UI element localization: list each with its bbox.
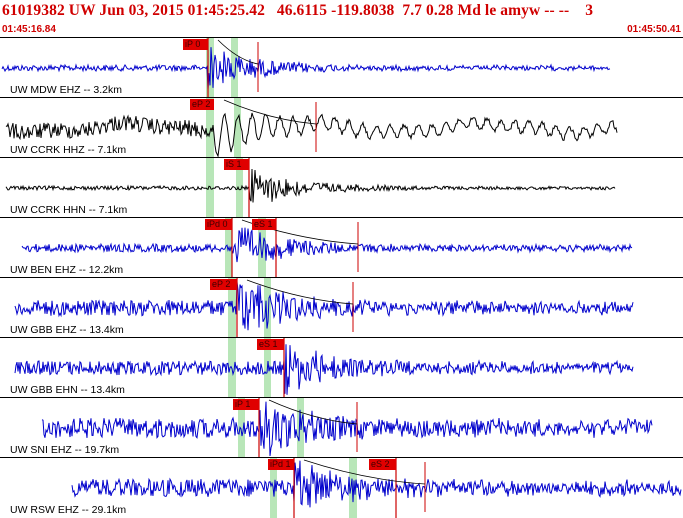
waveform-trace bbox=[5, 168, 616, 203]
trace-panel[interactable]: iP 0 UW MDW EHZ -- 3.2km bbox=[0, 37, 683, 98]
event-header: 61019382 UW Jun 03, 2015 01:45:25.42 46.… bbox=[0, 0, 683, 38]
waveform-trace bbox=[14, 281, 634, 331]
trace-panel[interactable]: eS 1 UW GBB EHN -- 13.4km bbox=[0, 337, 683, 398]
station-label: UW GBB EHN -- 13.4km bbox=[10, 384, 125, 396]
trace-panel[interactable]: iPd 1 eS 2 UW RSW EHZ -- 29.1km bbox=[0, 457, 683, 518]
trace-panel[interactable]: iPd 0 eS 1 UW BEN EHZ -- 12.2km bbox=[0, 217, 683, 278]
station-label: UW RSW EHZ -- 29.1km bbox=[10, 504, 127, 516]
phase-pick-flag[interactable]: iPd 0 bbox=[205, 219, 232, 230]
trace-panel[interactable]: eP 2 UW CCRK HHZ -- 7.1km bbox=[0, 97, 683, 158]
waveform-trace bbox=[41, 401, 653, 457]
event-title: 61019382 UW Jun 03, 2015 01:45:25.42 46.… bbox=[2, 2, 594, 19]
start-time-label: 01:45:16.84 bbox=[2, 24, 56, 35]
station-label: UW BEN EHZ -- 12.2km bbox=[10, 264, 124, 276]
station-label: UW CCRK HHN -- 7.1km bbox=[10, 204, 128, 216]
station-label: UW CCRK HHZ -- 7.1km bbox=[10, 144, 127, 156]
phase-pick-flag[interactable]: eS 1 bbox=[252, 219, 276, 230]
station-label: UW GBB EHZ -- 13.4km bbox=[10, 324, 124, 336]
phase-pick-flag[interactable]: eS 2 bbox=[369, 459, 396, 470]
phase-pick-flag[interactable]: iPd 1 bbox=[268, 459, 294, 470]
end-time-label: 01:45:50.41 bbox=[627, 24, 681, 35]
station-label: UW MDW EHZ -- 3.2km bbox=[10, 84, 122, 96]
trace-panel[interactable]: iP 1 UW SNI EHZ -- 19.7km bbox=[0, 397, 683, 458]
phase-pick-flag[interactable]: iP 0 bbox=[183, 39, 208, 50]
window-band bbox=[231, 38, 238, 98]
station-label: UW SNI EHZ -- 19.7km bbox=[10, 444, 120, 456]
trace-panel[interactable]: eP 2 UW GBB EHZ -- 13.4km bbox=[0, 277, 683, 338]
phase-pick-flag[interactable]: eP 2 bbox=[210, 279, 237, 290]
phase-pick-flag[interactable]: eS 1 bbox=[257, 339, 284, 350]
phase-pick-flag[interactable]: iS 1 bbox=[224, 159, 249, 170]
coda-envelope bbox=[246, 279, 354, 305]
phase-pick-flag[interactable]: iP 1 bbox=[233, 399, 259, 410]
waveform-trace bbox=[21, 227, 633, 263]
seismogram-plot[interactable]: iP 0 UW MDW EHZ -- 3.2km eP 2 UW CCRK HHZ -… bbox=[0, 37, 683, 518]
phase-pick-flag[interactable]: eP 2 bbox=[190, 99, 214, 110]
trace-panel[interactable]: iS 1 UW CCRK HHN -- 7.1km bbox=[0, 157, 683, 218]
